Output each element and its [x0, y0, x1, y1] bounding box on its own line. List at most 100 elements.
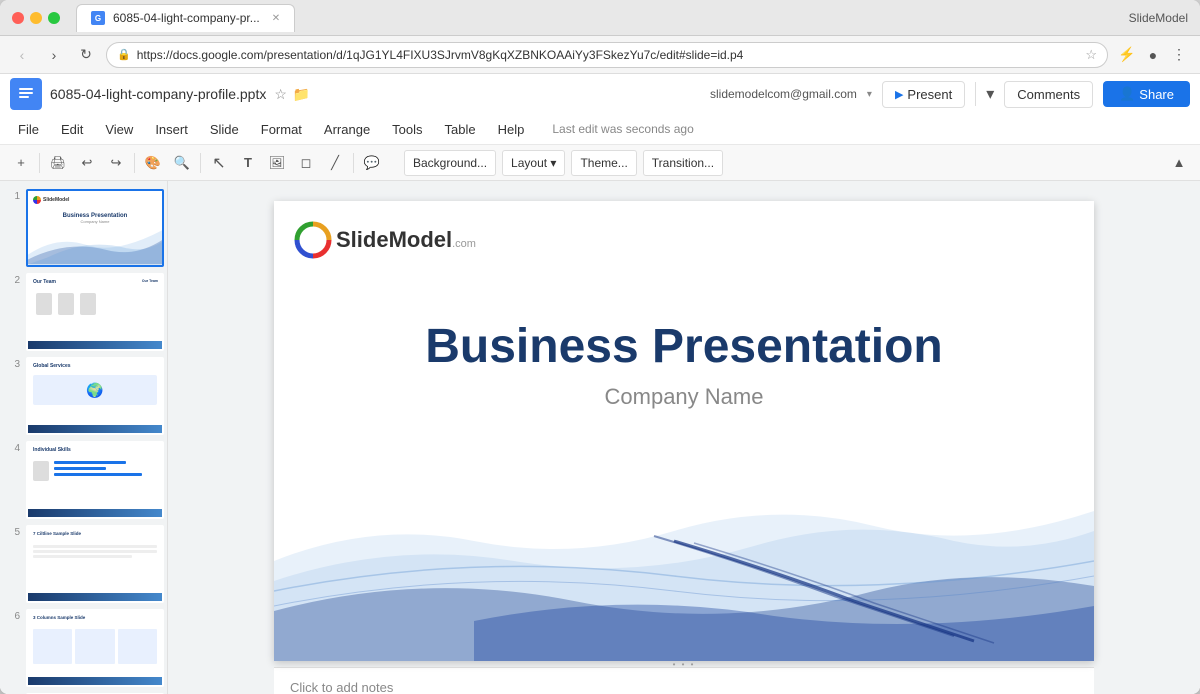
- minimize-button[interactable]: [30, 12, 42, 24]
- address-bar[interactable]: 🔒 https://docs.google.com/presentation/d…: [106, 42, 1108, 68]
- toolbar-row: + 🖨 ↩ ↪ 🎨 🔍 ↖ T 🖼 ◻ ╱ 💬 Background... La…: [0, 144, 1200, 180]
- folder-icon[interactable]: 📁: [293, 86, 310, 103]
- menu-tools[interactable]: Tools: [382, 118, 432, 141]
- slide-thumb-3[interactable]: Global Services 🌍: [26, 357, 164, 435]
- browser-toolbar: ‹ › ↻ 🔒 https://docs.google.com/presenta…: [0, 36, 1200, 74]
- slide-item-4[interactable]: 4 Individual Skills: [6, 441, 161, 519]
- star-icon[interactable]: ☆: [274, 86, 287, 103]
- shapes-button[interactable]: ◻: [293, 150, 319, 176]
- print-button[interactable]: 🖨: [45, 150, 71, 176]
- cursor-button[interactable]: ↖: [206, 150, 232, 176]
- collapse-toolbar-button[interactable]: ▲: [1166, 150, 1192, 176]
- slide-number-1: 1: [6, 189, 20, 202]
- slides-panel: 1 SlideModel Business Presentation Compa…: [0, 181, 168, 694]
- menu-slide[interactable]: Slide: [200, 118, 249, 141]
- notes-area[interactable]: Click to add notes: [274, 667, 1094, 694]
- app-header: 6085-04-light-company-profile.pptx ☆ 📁 s…: [0, 74, 1200, 181]
- slide-item-1[interactable]: 1 SlideModel Business Presentation Compa…: [6, 189, 161, 267]
- back-button[interactable]: ‹: [10, 43, 34, 67]
- slide-canvas[interactable]: SlideModel.com Business Presentation Com…: [274, 201, 1094, 661]
- layout-button[interactable]: Layout ▾: [502, 150, 565, 176]
- user-email: slidemodelcom@gmail.com: [710, 87, 857, 101]
- undo-button[interactable]: ↩: [74, 150, 100, 176]
- browser-window: G 6085-04-light-company-pr... ✕ SlideMod…: [0, 0, 1200, 694]
- separator-3: [200, 153, 201, 173]
- separator-1: [39, 153, 40, 173]
- slide-number-5: 5: [6, 525, 20, 538]
- close-button[interactable]: [12, 12, 24, 24]
- lock-icon: 🔒: [117, 48, 131, 61]
- slide-item-3[interactable]: 3 Global Services 🌍: [6, 357, 161, 435]
- slide-item-6[interactable]: 6 3 Columns Sample Slide: [6, 609, 161, 687]
- menu-file[interactable]: File: [8, 118, 49, 141]
- menu-icon[interactable]: ⋮: [1168, 44, 1190, 66]
- text-button[interactable]: T: [235, 150, 261, 176]
- comment-button[interactable]: 💬: [359, 150, 385, 176]
- tab-close-icon[interactable]: ✕: [272, 13, 280, 24]
- present-dropdown-icon[interactable]: ▾: [986, 84, 994, 104]
- slide-canvas-inner: SlideModel.com Business Presentation Com…: [274, 201, 1094, 661]
- paint-format-button[interactable]: 🎨: [140, 150, 166, 176]
- canvas-area: SlideModel.com Business Presentation Com…: [168, 181, 1200, 694]
- slide-number-4: 4: [6, 441, 20, 454]
- menu-edit[interactable]: Edit: [51, 118, 93, 141]
- slide-thumb-1[interactable]: SlideModel Business Presentation Company…: [26, 189, 164, 267]
- slidemodel-text-logo: SlideModel.com: [336, 227, 476, 253]
- image-button[interactable]: 🖼: [264, 150, 290, 176]
- browser-toolbar-icons: ⚡ ● ⋮: [1116, 44, 1190, 66]
- forward-button[interactable]: ›: [42, 43, 66, 67]
- line-button[interactable]: ╱: [322, 150, 348, 176]
- present-button[interactable]: ▶ Present: [882, 81, 965, 108]
- app-title-bar: 6085-04-light-company-profile.pptx ☆ 📁 s…: [0, 74, 1200, 114]
- slide-number-3: 3: [6, 357, 20, 370]
- theme-button[interactable]: Theme...: [571, 150, 636, 176]
- bookmark-icon[interactable]: ☆: [1085, 47, 1097, 63]
- app-filename: 6085-04-light-company-profile.pptx: [50, 86, 266, 102]
- refresh-button[interactable]: ↻: [74, 43, 98, 67]
- last-edit-status: Last edit was seconds ago: [552, 122, 693, 136]
- app-content: 6085-04-light-company-profile.pptx ☆ 📁 s…: [0, 74, 1200, 694]
- extensions-icon[interactable]: ⚡: [1116, 44, 1138, 66]
- notes-placeholder: Click to add notes: [290, 680, 393, 694]
- url-text: https://docs.google.com/presentation/d/1…: [137, 48, 1080, 62]
- slidemodel-logo-icon: [294, 221, 332, 259]
- share-button[interactable]: 👤 Share: [1103, 81, 1190, 107]
- user-dropdown-icon[interactable]: ▾: [867, 89, 872, 100]
- browser-brand: SlideModel: [1129, 11, 1188, 25]
- title-icons: ☆ 📁: [274, 86, 310, 103]
- profile-icon[interactable]: ●: [1142, 44, 1164, 66]
- redo-button[interactable]: ↪: [103, 150, 129, 176]
- slide-item-5[interactable]: 5 7 Ciltline Sample Slide: [6, 525, 161, 603]
- menu-help[interactable]: Help: [488, 118, 535, 141]
- browser-tab[interactable]: G 6085-04-light-company-pr... ✕: [76, 4, 295, 32]
- zoom-button[interactable]: 🔍: [169, 150, 195, 176]
- add-button[interactable]: +: [8, 150, 34, 176]
- slide-thumb-4[interactable]: Individual Skills: [26, 441, 164, 519]
- comments-button[interactable]: Comments: [1004, 81, 1093, 108]
- background-button[interactable]: Background...: [404, 150, 496, 176]
- slide-subtitle: Company Name: [274, 384, 1094, 410]
- menu-arrange[interactable]: Arrange: [314, 118, 380, 141]
- menu-format[interactable]: Format: [251, 118, 312, 141]
- menu-bar: File Edit View Insert Slide Format Arran…: [0, 114, 1200, 144]
- slide-thumb-5[interactable]: 7 Ciltline Sample Slide: [26, 525, 164, 603]
- separator-2: [134, 153, 135, 173]
- slide-main-title: Business Presentation: [274, 321, 1094, 374]
- transition-button[interactable]: Transition...: [643, 150, 723, 176]
- menu-insert[interactable]: Insert: [145, 118, 198, 141]
- app-logo: [10, 78, 42, 110]
- slide-thumb-2[interactable]: Our Team Our Team: [26, 273, 164, 351]
- traffic-lights: [12, 12, 60, 24]
- slide-thumb-6[interactable]: 3 Columns Sample Slide: [26, 609, 164, 687]
- header-right: slidemodelcom@gmail.com ▾ ▶ Present ▾ Co…: [710, 81, 1190, 108]
- menu-view[interactable]: View: [95, 118, 143, 141]
- maximize-button[interactable]: [48, 12, 60, 24]
- slide-number-2: 2: [6, 273, 20, 286]
- menu-table[interactable]: Table: [435, 118, 486, 141]
- separator-4: [353, 153, 354, 173]
- browser-titlebar: G 6085-04-light-company-pr... ✕ SlideMod…: [0, 0, 1200, 36]
- slide-logo-area: SlideModel.com: [294, 221, 476, 259]
- slide-number-6: 6: [6, 609, 20, 622]
- slide-title-area[interactable]: Business Presentation Company Name: [274, 321, 1094, 410]
- slide-item-2[interactable]: 2 Our Team Our Team: [6, 273, 161, 351]
